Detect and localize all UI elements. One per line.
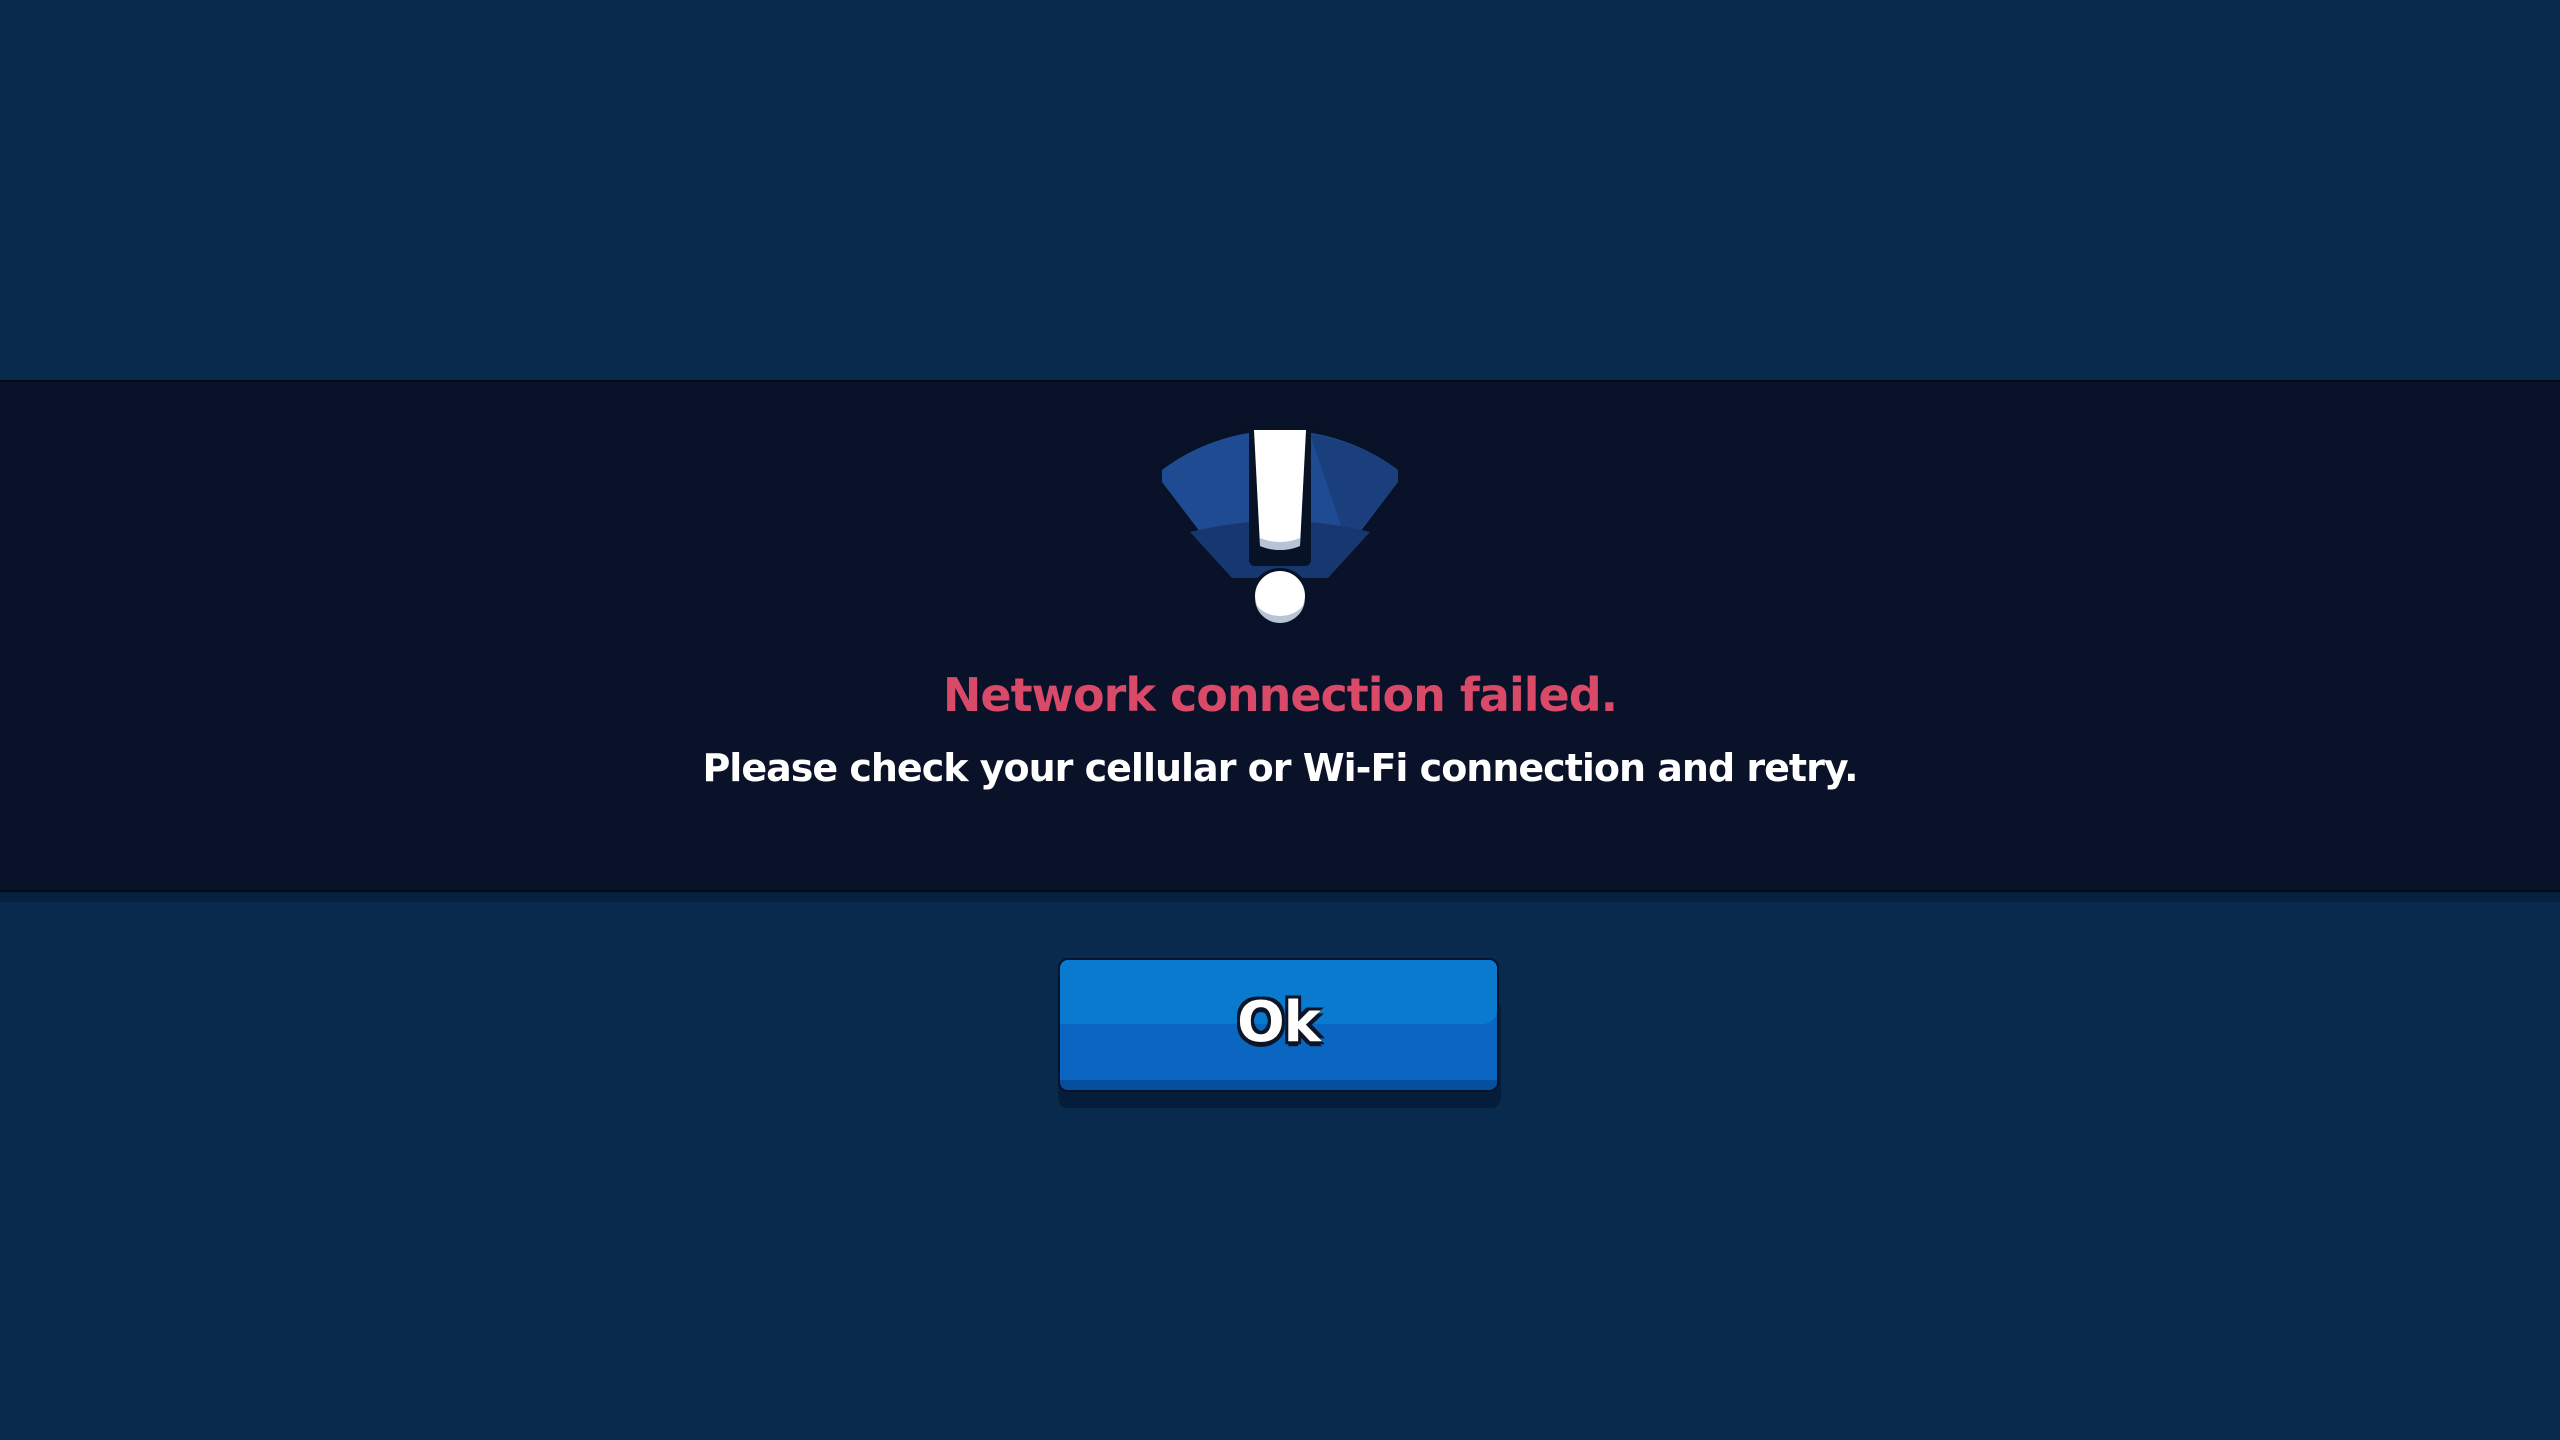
- ok-button[interactable]: Ok: [1058, 958, 1499, 1092]
- error-title: Network connection failed.: [942, 668, 1618, 722]
- wifi-warning-icon: [1158, 422, 1402, 628]
- ok-button-label: Ok: [1237, 990, 1321, 1055]
- ok-button-edge: [1060, 1080, 1497, 1090]
- error-message: Please check your cellular or Wi-Fi conn…: [702, 746, 1858, 790]
